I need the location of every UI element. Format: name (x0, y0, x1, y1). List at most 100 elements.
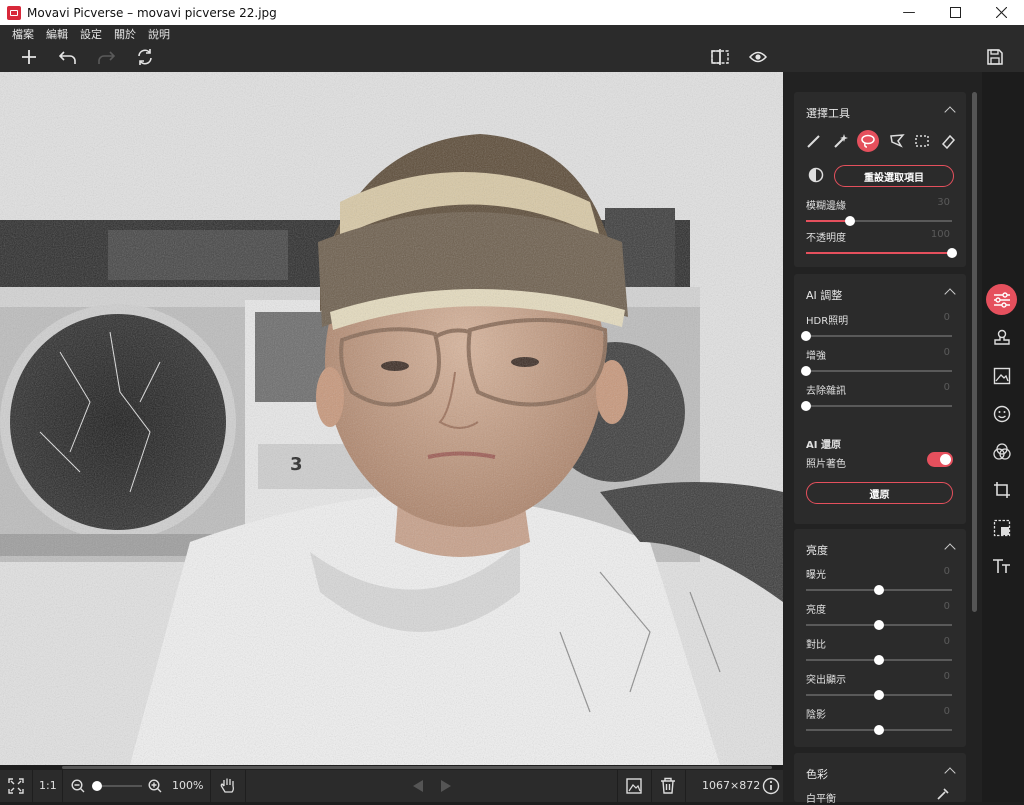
reset-button[interactable] (133, 46, 157, 68)
collapse-chevron-icon[interactable] (944, 106, 956, 118)
hdr-knob[interactable] (801, 331, 811, 341)
brightness-knob[interactable] (874, 620, 884, 630)
ai-adjust-title: AI 調整 (806, 289, 843, 302)
menu-bar: 檔案 編輯 設定 關於 說明 (0, 25, 1024, 42)
crop-icon (993, 481, 1010, 498)
opacity-value: 100 (930, 229, 950, 240)
compare-button[interactable] (708, 46, 732, 68)
maximize-button[interactable] (932, 0, 978, 25)
highlights-knob[interactable] (874, 690, 884, 700)
enhance-knob[interactable] (801, 366, 811, 376)
save-button[interactable] (983, 46, 1007, 68)
rail-text-button[interactable] (986, 550, 1017, 581)
polygon-lasso-icon[interactable] (889, 133, 905, 149)
selection-tools-title: 選擇工具 (806, 107, 850, 120)
stamp-icon (993, 329, 1010, 345)
reset-selection-button[interactable]: 重設選取項目 (834, 165, 954, 187)
rail-crop-button[interactable] (986, 474, 1017, 505)
redo-button[interactable] (94, 46, 118, 68)
collapse-chevron-icon[interactable] (944, 288, 956, 300)
rectangle-select-icon[interactable] (914, 133, 930, 149)
shadows-slider[interactable] (806, 725, 952, 735)
add-button[interactable] (17, 46, 41, 68)
ai-restore-title: AI 還原 (806, 440, 841, 451)
rail-retouch-button[interactable] (986, 322, 1017, 353)
image-canvas[interactable]: 3 (0, 72, 783, 765)
fit-screen-button[interactable] (8, 778, 24, 798)
adjust-sliders-icon (993, 291, 1010, 308)
next-image-icon[interactable] (440, 779, 452, 793)
invert-selection-icon[interactable] (808, 167, 824, 183)
info-icon[interactable] (762, 777, 780, 795)
colorize-toggle[interactable] (927, 452, 953, 467)
opacity-label: 不透明度 (806, 233, 846, 244)
brush-icon[interactable] (806, 133, 822, 149)
delete-trash-icon[interactable] (660, 777, 676, 795)
fullscreen-icon (8, 778, 24, 794)
eyedropper-icon[interactable] (936, 787, 950, 801)
compare-split-icon (711, 49, 729, 65)
ratio-button[interactable]: 1:1 (39, 779, 57, 792)
contrast-value: 0 (943, 636, 950, 647)
zoom-in-icon[interactable] (148, 779, 162, 793)
menu-edit[interactable]: 編輯 (40, 26, 74, 42)
reset-icon (138, 49, 152, 65)
highlights-value: 0 (943, 671, 950, 682)
exposure-knob[interactable] (874, 585, 884, 595)
bottom-bar: 1:1 100% 1067×872 (0, 770, 783, 802)
plus-icon (22, 50, 36, 64)
enhance-slider[interactable] (801, 366, 952, 376)
hand-pan-icon[interactable] (219, 777, 237, 795)
denoise-knob[interactable] (801, 401, 811, 411)
previous-image-icon[interactable] (412, 779, 424, 793)
color-circles-icon (992, 442, 1011, 460)
preview-button[interactable] (746, 46, 770, 68)
minimize-button[interactable]: — (886, 0, 932, 25)
gallery-image-icon[interactable] (626, 778, 642, 794)
opacity-slider[interactable] (806, 248, 957, 258)
rail-resize-button[interactable] (986, 512, 1017, 543)
exposure-slider[interactable] (806, 585, 952, 595)
restore-button[interactable]: 還原 (806, 482, 953, 504)
contrast-slider[interactable] (806, 655, 952, 665)
scrollbar-thumb[interactable] (62, 766, 772, 769)
zoom-slider[interactable] (92, 781, 142, 791)
highlights-slider[interactable] (806, 690, 952, 700)
feather-knob[interactable] (844, 216, 855, 226)
undo-button[interactable] (56, 46, 80, 68)
feather-fill (806, 220, 850, 222)
toggle-knob (940, 454, 951, 465)
enhance-label: 增強 (806, 351, 826, 362)
close-window-button[interactable] (978, 0, 1024, 25)
rail-background-button[interactable] (986, 360, 1017, 391)
opacity-knob[interactable] (947, 248, 957, 258)
feather-label: 模糊邊緣 (806, 201, 846, 212)
lasso-tool-button[interactable] (857, 130, 880, 152)
collapse-chevron-icon[interactable] (944, 543, 956, 555)
eraser-icon[interactable] (940, 133, 956, 149)
feather-slider[interactable] (806, 216, 952, 226)
collapse-chevron-icon[interactable] (944, 767, 956, 779)
enhance-value: 0 (943, 347, 950, 358)
text-icon (992, 558, 1010, 573)
hdr-slider[interactable] (801, 331, 952, 341)
zoom-out-icon[interactable] (71, 779, 85, 793)
brightness-slider[interactable] (806, 620, 952, 630)
undo-icon (59, 51, 76, 64)
feather-value: 30 (937, 197, 950, 208)
contrast-knob[interactable] (874, 655, 884, 665)
sidebar-scrollbar[interactable] (972, 92, 977, 612)
rail-effects-button[interactable] (986, 436, 1017, 467)
menu-about[interactable]: 關於 (108, 26, 142, 42)
menu-help[interactable]: 說明 (142, 26, 176, 42)
denoise-slider[interactable] (801, 401, 952, 411)
menu-file[interactable]: 檔案 (6, 26, 40, 42)
menu-settings[interactable]: 設定 (74, 26, 108, 42)
zoom-knob[interactable] (92, 781, 102, 791)
rail-adjust-button[interactable] (986, 284, 1017, 315)
magic-wand-icon[interactable] (832, 133, 848, 149)
rail-face-button[interactable] (986, 398, 1017, 429)
denoise-value: 0 (943, 382, 950, 393)
shadows-knob[interactable] (874, 725, 884, 735)
face-smile-icon (993, 405, 1010, 422)
